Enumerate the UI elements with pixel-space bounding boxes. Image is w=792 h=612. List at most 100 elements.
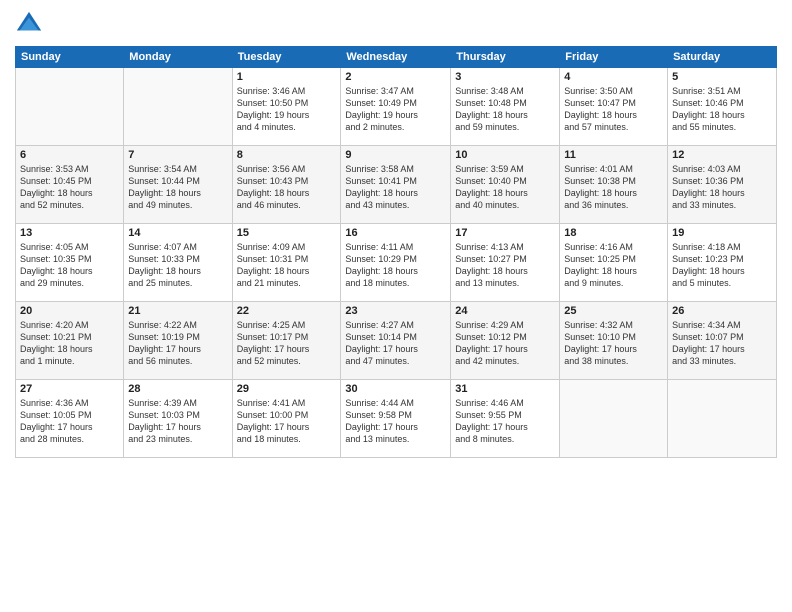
day-info: Sunrise: 4:16 AM Sunset: 10:25 PM Daylig… bbox=[564, 241, 663, 290]
day-info: Sunrise: 4:32 AM Sunset: 10:10 PM Daylig… bbox=[564, 319, 663, 368]
calendar-table: SundayMondayTuesdayWednesdayThursdayFrid… bbox=[15, 46, 777, 458]
day-info: Sunrise: 4:13 AM Sunset: 10:27 PM Daylig… bbox=[455, 241, 555, 290]
day-number: 24 bbox=[455, 305, 555, 317]
day-info: Sunrise: 4:25 AM Sunset: 10:17 PM Daylig… bbox=[237, 319, 337, 368]
day-number: 7 bbox=[128, 149, 227, 161]
weekday-header: Thursday bbox=[451, 47, 560, 68]
day-number: 26 bbox=[672, 305, 772, 317]
calendar-week-row: 13 Sunrise: 4:05 AM Sunset: 10:35 PM Dayl… bbox=[16, 224, 777, 302]
calendar-day-cell: 11 Sunrise: 4:01 AM Sunset: 10:38 PM Dayl… bbox=[560, 146, 668, 224]
calendar-day-cell: 8 Sunrise: 3:56 AM Sunset: 10:43 PM Dayli… bbox=[232, 146, 341, 224]
calendar-week-row: 27 Sunrise: 4:36 AM Sunset: 10:05 PM Dayl… bbox=[16, 380, 777, 458]
calendar-day-cell: 29 Sunrise: 4:41 AM Sunset: 10:00 PM Dayl… bbox=[232, 380, 341, 458]
calendar-day-cell: 7 Sunrise: 3:54 AM Sunset: 10:44 PM Dayli… bbox=[124, 146, 232, 224]
calendar-day-cell: 12Sunrise: 4:03 AM Sunset: 10:36 PM Dayl… bbox=[668, 146, 777, 224]
calendar-week-row: 6Sunrise: 3:53 AM Sunset: 10:45 PM Dayli… bbox=[16, 146, 777, 224]
calendar-day-cell: 13 Sunrise: 4:05 AM Sunset: 10:35 PM Dayl… bbox=[16, 224, 124, 302]
day-number: 29 bbox=[237, 383, 337, 395]
day-number: 16 bbox=[345, 227, 446, 239]
logo bbox=[15, 10, 47, 38]
calendar-day-cell bbox=[560, 380, 668, 458]
weekday-header: Friday bbox=[560, 47, 668, 68]
calendar-day-cell: 31Sunrise: 4:46 AM Sunset: 9:55 PM Dayli… bbox=[451, 380, 560, 458]
calendar-week-row: 1 Sunrise: 3:46 AM Sunset: 10:50 PM Dayli… bbox=[16, 68, 777, 146]
day-number: 19 bbox=[672, 227, 772, 239]
calendar-day-cell: 30Sunrise: 4:44 AM Sunset: 9:58 PM Dayli… bbox=[341, 380, 451, 458]
calendar-day-cell: 25 Sunrise: 4:32 AM Sunset: 10:10 PM Dayl… bbox=[560, 302, 668, 380]
day-number: 4 bbox=[564, 71, 663, 83]
weekday-header: Wednesday bbox=[341, 47, 451, 68]
day-number: 15 bbox=[237, 227, 337, 239]
page: SundayMondayTuesdayWednesdayThursdayFrid… bbox=[0, 0, 792, 612]
calendar-day-cell: 23 Sunrise: 4:27 AM Sunset: 10:14 PM Dayl… bbox=[341, 302, 451, 380]
day-info: Sunrise: 4:41 AM Sunset: 10:00 PM Daylig… bbox=[237, 397, 337, 446]
day-number: 27 bbox=[20, 383, 119, 395]
day-number: 12 bbox=[672, 149, 772, 161]
calendar-day-cell: 15 Sunrise: 4:09 AM Sunset: 10:31 PM Dayl… bbox=[232, 224, 341, 302]
calendar-day-cell: 19 Sunrise: 4:18 AM Sunset: 10:23 PM Dayl… bbox=[668, 224, 777, 302]
logo-icon bbox=[15, 10, 43, 38]
day-info: Sunrise: 4:07 AM Sunset: 10:33 PM Daylig… bbox=[128, 241, 227, 290]
day-number: 10 bbox=[455, 149, 555, 161]
calendar-day-cell: 21 Sunrise: 4:22 AM Sunset: 10:19 PM Dayl… bbox=[124, 302, 232, 380]
day-info: Sunrise: 4:01 AM Sunset: 10:38 PM Daylig… bbox=[564, 163, 663, 212]
header bbox=[15, 10, 777, 38]
day-info: Sunrise: 4:39 AM Sunset: 10:03 PM Daylig… bbox=[128, 397, 227, 446]
day-number: 21 bbox=[128, 305, 227, 317]
weekday-header: Monday bbox=[124, 47, 232, 68]
day-number: 13 bbox=[20, 227, 119, 239]
day-info: Sunrise: 4:27 AM Sunset: 10:14 PM Daylig… bbox=[345, 319, 446, 368]
day-info: Sunrise: 4:34 AM Sunset: 10:07 PM Daylig… bbox=[672, 319, 772, 368]
day-info: Sunrise: 3:48 AM Sunset: 10:48 PM Daylig… bbox=[455, 85, 555, 134]
calendar-day-cell: 24 Sunrise: 4:29 AM Sunset: 10:12 PM Dayl… bbox=[451, 302, 560, 380]
calendar-day-cell: 28 Sunrise: 4:39 AM Sunset: 10:03 PM Dayl… bbox=[124, 380, 232, 458]
weekday-header: Saturday bbox=[668, 47, 777, 68]
day-info: Sunrise: 3:46 AM Sunset: 10:50 PM Daylig… bbox=[237, 85, 337, 134]
day-number: 11 bbox=[564, 149, 663, 161]
day-info: Sunrise: 4:11 AM Sunset: 10:29 PM Daylig… bbox=[345, 241, 446, 290]
day-info: Sunrise: 4:29 AM Sunset: 10:12 PM Daylig… bbox=[455, 319, 555, 368]
day-info: Sunrise: 4:36 AM Sunset: 10:05 PM Daylig… bbox=[20, 397, 119, 446]
calendar-day-cell bbox=[124, 68, 232, 146]
day-number: 1 bbox=[237, 71, 337, 83]
day-number: 5 bbox=[672, 71, 772, 83]
day-info: Sunrise: 3:51 AM Sunset: 10:46 PM Daylig… bbox=[672, 85, 772, 134]
calendar-day-cell: 16 Sunrise: 4:11 AM Sunset: 10:29 PM Dayl… bbox=[341, 224, 451, 302]
day-info: Sunrise: 3:50 AM Sunset: 10:47 PM Daylig… bbox=[564, 85, 663, 134]
day-number: 9 bbox=[345, 149, 446, 161]
day-number: 3 bbox=[455, 71, 555, 83]
calendar-day-cell: 9Sunrise: 3:58 AM Sunset: 10:41 PM Dayli… bbox=[341, 146, 451, 224]
calendar-day-cell bbox=[668, 380, 777, 458]
day-number: 8 bbox=[237, 149, 337, 161]
day-number: 25 bbox=[564, 305, 663, 317]
day-info: Sunrise: 4:20 AM Sunset: 10:21 PM Daylig… bbox=[20, 319, 119, 368]
calendar-day-cell: 17 Sunrise: 4:13 AM Sunset: 10:27 PM Dayl… bbox=[451, 224, 560, 302]
day-info: Sunrise: 3:53 AM Sunset: 10:45 PM Daylig… bbox=[20, 163, 119, 212]
day-info: Sunrise: 4:09 AM Sunset: 10:31 PM Daylig… bbox=[237, 241, 337, 290]
day-info: Sunrise: 4:05 AM Sunset: 10:35 PM Daylig… bbox=[20, 241, 119, 290]
calendar-day-cell: 20 Sunrise: 4:20 AM Sunset: 10:21 PM Dayl… bbox=[16, 302, 124, 380]
day-info: Sunrise: 3:59 AM Sunset: 10:40 PM Daylig… bbox=[455, 163, 555, 212]
day-number: 23 bbox=[345, 305, 446, 317]
day-number: 28 bbox=[128, 383, 227, 395]
calendar-day-cell: 22Sunrise: 4:25 AM Sunset: 10:17 PM Dayl… bbox=[232, 302, 341, 380]
calendar-day-cell: 27 Sunrise: 4:36 AM Sunset: 10:05 PM Dayl… bbox=[16, 380, 124, 458]
calendar-day-cell bbox=[16, 68, 124, 146]
day-number: 18 bbox=[564, 227, 663, 239]
day-number: 14 bbox=[128, 227, 227, 239]
calendar-day-cell: 18 Sunrise: 4:16 AM Sunset: 10:25 PM Dayl… bbox=[560, 224, 668, 302]
day-info: Sunrise: 3:54 AM Sunset: 10:44 PM Daylig… bbox=[128, 163, 227, 212]
day-info: Sunrise: 4:18 AM Sunset: 10:23 PM Daylig… bbox=[672, 241, 772, 290]
day-info: Sunrise: 3:56 AM Sunset: 10:43 PM Daylig… bbox=[237, 163, 337, 212]
calendar-day-cell: 26 Sunrise: 4:34 AM Sunset: 10:07 PM Dayl… bbox=[668, 302, 777, 380]
calendar-day-cell: 4 Sunrise: 3:50 AM Sunset: 10:47 PM Dayli… bbox=[560, 68, 668, 146]
day-info: Sunrise: 4:22 AM Sunset: 10:19 PM Daylig… bbox=[128, 319, 227, 368]
weekday-header: Tuesday bbox=[232, 47, 341, 68]
calendar-day-cell: 3 Sunrise: 3:48 AM Sunset: 10:48 PM Dayli… bbox=[451, 68, 560, 146]
day-number: 17 bbox=[455, 227, 555, 239]
day-number: 20 bbox=[20, 305, 119, 317]
day-info: Sunrise: 4:46 AM Sunset: 9:55 PM Dayligh… bbox=[455, 397, 555, 446]
day-info: Sunrise: 4:44 AM Sunset: 9:58 PM Dayligh… bbox=[345, 397, 446, 446]
calendar-day-cell: 1 Sunrise: 3:46 AM Sunset: 10:50 PM Dayli… bbox=[232, 68, 341, 146]
day-number: 2 bbox=[345, 71, 446, 83]
